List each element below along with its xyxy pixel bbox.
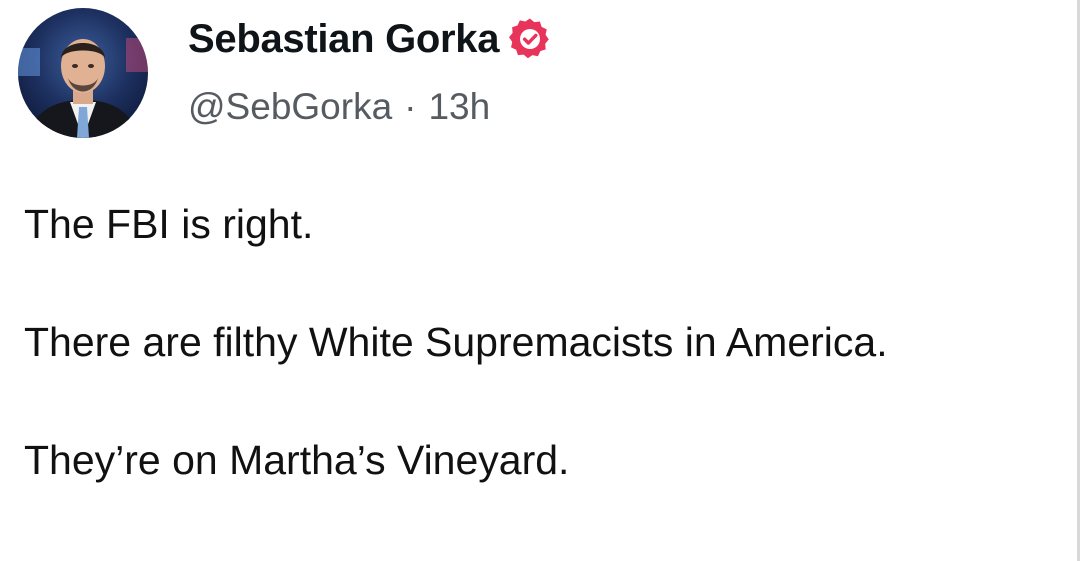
post-body: The FBI is right. There are filthy White… [24,200,888,486]
post-line: There are filthy White Supremacists in A… [24,319,888,366]
timestamp[interactable]: 13h [428,86,490,128]
handle[interactable]: @SebGorka [188,86,392,128]
verified-badge-icon [509,18,551,60]
separator-dot: · [404,86,417,127]
post-line: The FBI is right. [24,201,314,247]
post-line: They’re on Martha’s Vineyard. [24,437,570,484]
display-name[interactable]: Sebastian Gorka [188,17,499,62]
author-block: Sebastian Gorka @SebGorka · 13h [188,10,551,128]
avatar[interactable] [18,8,148,138]
name-row: Sebastian Gorka [188,10,551,68]
post-card: Sebastian Gorka @SebGorka · 13h The FBI … [0,0,1080,561]
meta-row: @SebGorka · 13h [188,86,551,128]
